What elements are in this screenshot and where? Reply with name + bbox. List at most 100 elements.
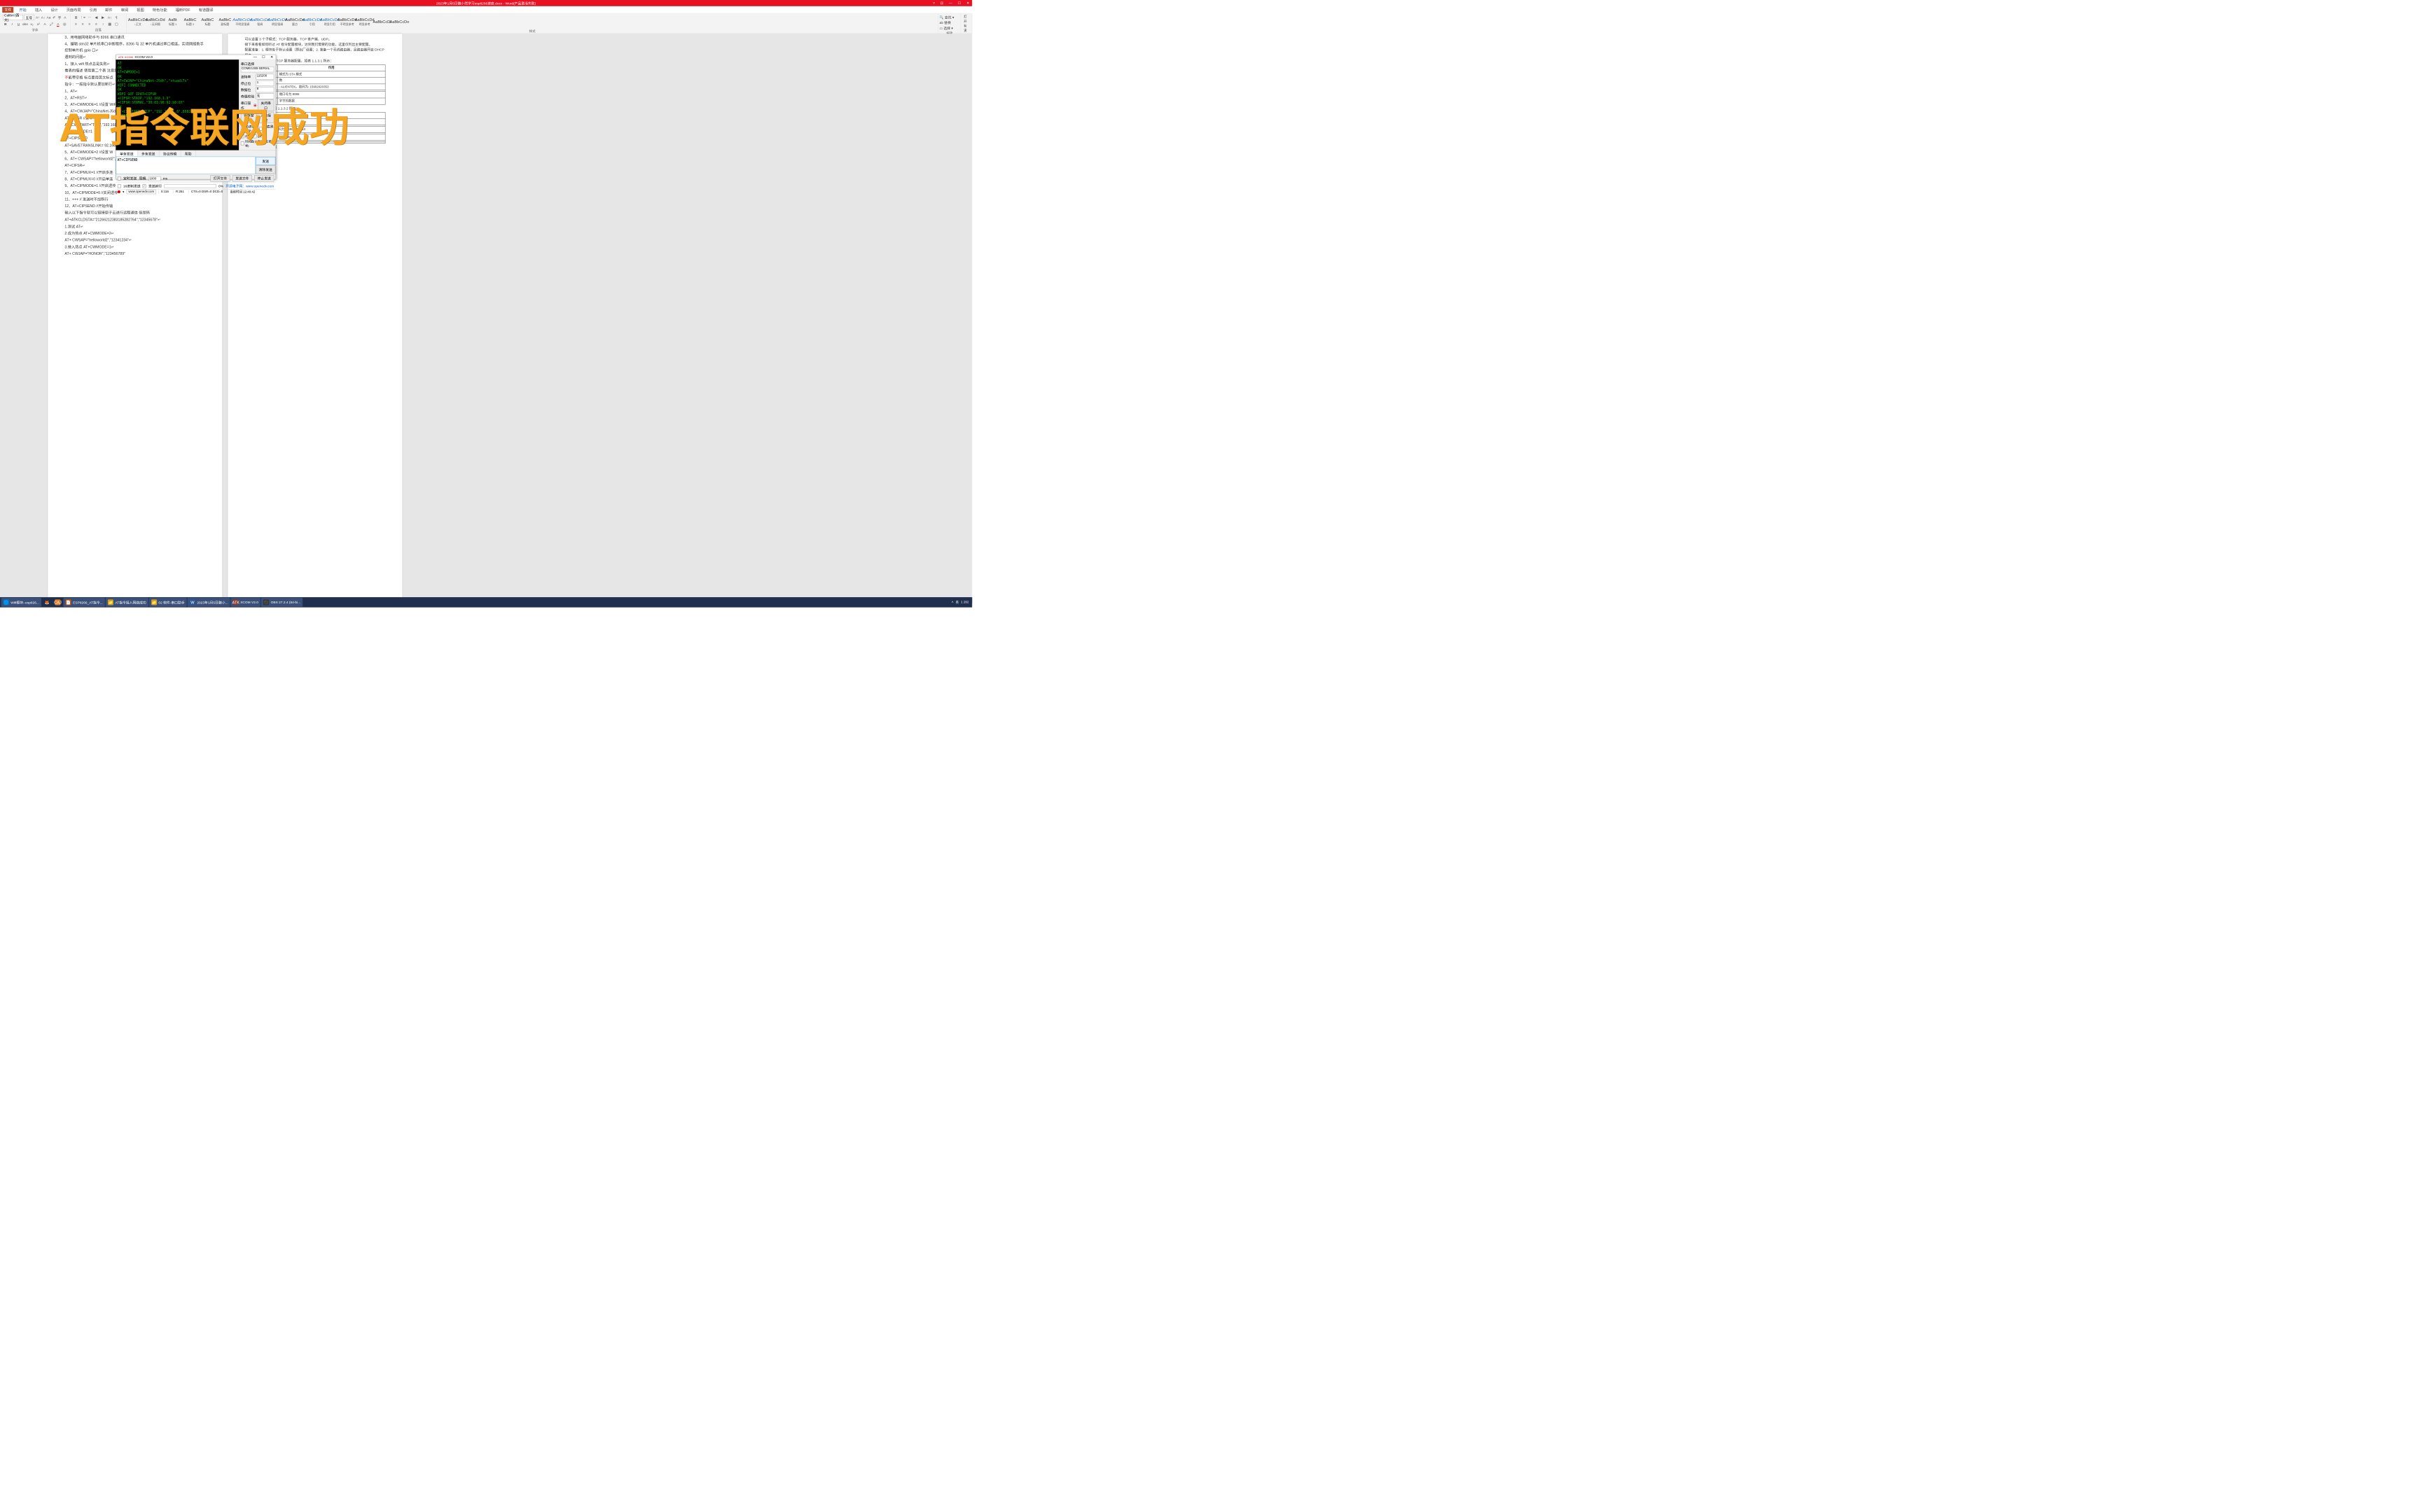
find-button[interactable]: 🔍 查找 ▾ <box>940 15 960 20</box>
align-left-icon[interactable]: ≡ <box>73 22 78 27</box>
clear-recv-button[interactable]: 清除接收 <box>258 112 274 123</box>
save-window-button[interactable]: 保存窗口 <box>241 112 257 123</box>
align-center-icon[interactable]: ≡ <box>80 22 85 27</box>
style-item[interactable]: AaBbC标题 2 <box>181 15 198 29</box>
system-tray[interactable]: ˄ 英 1 202 <box>952 600 971 604</box>
borders-icon[interactable]: ▢ <box>113 22 119 27</box>
tab-special[interactable]: 特色功能 <box>148 6 171 13</box>
bullets-icon[interactable]: ≣ <box>73 15 78 20</box>
open-file-button[interactable]: 打开文件 <box>210 175 230 181</box>
taskbar-item[interactable]: ATKXCOM V2.0 <box>231 598 261 607</box>
minimize-icon[interactable]: — <box>949 1 952 6</box>
numbering-icon[interactable]: ⋮≡ <box>80 15 85 20</box>
tab-references[interactable]: 引用 <box>85 6 101 13</box>
italic-icon[interactable]: I <box>9 22 15 27</box>
border-char-icon[interactable]: A <box>63 15 67 20</box>
xcom-minimize-icon[interactable]: — <box>253 55 257 59</box>
highlight-icon[interactable]: 🖍 <box>49 22 55 27</box>
tab-layout[interactable]: 页面布局 <box>62 6 85 13</box>
change-case-icon[interactable]: Aa <box>46 15 50 20</box>
text-effects-icon[interactable]: A <box>42 22 48 27</box>
font-name-combo[interactable]: Calibri (西文) <box>3 15 23 20</box>
dictate-button[interactable]: 打开有道 <box>964 15 969 33</box>
strike-icon[interactable]: abe <box>22 22 28 27</box>
underline-icon[interactable]: U <box>16 22 22 27</box>
taskbar-item[interactable]: 📁02 软件-串口助手 <box>149 598 187 607</box>
ime-indicator[interactable]: 英 <box>956 600 959 604</box>
style-item[interactable]: AaBbCcDd↓正文 <box>130 15 146 29</box>
taskbar-item[interactable]: 📄ESP8266_AT指令... <box>64 598 105 607</box>
style-item[interactable]: AaBbC副标题 <box>216 15 233 29</box>
file-tab[interactable]: 文件 <box>2 7 13 13</box>
style-item[interactable]: AaBbCcDd强调 <box>251 15 268 29</box>
style-item[interactable]: AaBbCcDo <box>391 15 408 29</box>
style-item[interactable]: AaBt标题 1 <box>165 15 181 29</box>
style-item[interactable]: AaBbCcDd引用 <box>304 15 321 29</box>
indent-dec-icon[interactable]: ◀ <box>93 15 99 20</box>
taskbar-item[interactable]: 🦊 <box>42 598 52 607</box>
align-justify-icon[interactable]: ≡ <box>93 22 99 27</box>
select-button[interactable]: ▭ 选择 ▾ <box>940 25 960 31</box>
stop-send-button[interactable]: 停止发送 <box>254 175 274 181</box>
tab-help[interactable]: 帮助 <box>181 150 195 156</box>
terminal-output[interactable]: AT OK AT+CWMODE=1 OK AT+CWJAP="ChinaNet-… <box>116 59 239 150</box>
style-item[interactable]: AaBbCcDd明显强调 <box>269 15 286 29</box>
style-item[interactable]: AaBbCcDi <box>373 15 390 29</box>
white-bg-checkbox[interactable] <box>259 127 262 131</box>
stop-select[interactable]: 1 <box>256 80 274 86</box>
ribbon-opts-icon[interactable]: ⊡ <box>940 1 943 6</box>
send-textarea[interactable] <box>116 157 256 174</box>
taskbar-item[interactable]: W2023年1月5日魏小... <box>188 598 230 607</box>
clear-format-icon[interactable]: ✐ <box>52 15 56 20</box>
tray-up-icon[interactable]: ˄ <box>952 601 954 604</box>
tab-protocol[interactable]: 协议传输 <box>159 150 181 156</box>
clock[interactable]: 1 202 <box>961 601 968 604</box>
taskbar-item[interactable]: 📁AT指令接入网络成功 <box>106 598 148 607</box>
send-newline-checkbox[interactable] <box>143 184 146 188</box>
tab-mailings[interactable]: 邮件 <box>102 6 117 13</box>
data-select[interactable]: 8 <box>256 87 274 92</box>
replace-button[interactable]: ab 替换 <box>940 20 960 26</box>
shading-icon[interactable]: ▦ <box>107 22 113 27</box>
font-size-combo[interactable]: 五号 <box>24 15 34 20</box>
clear-send-button[interactable]: 清除发送 <box>256 166 275 174</box>
show-marks-icon[interactable]: ¶ <box>113 15 119 20</box>
sort-icon[interactable]: A↓ <box>107 15 113 20</box>
taskbar-item[interactable]: 🌐Wifi模块--esp826... <box>1 598 42 607</box>
site-link[interactable]: www.openedv.com <box>246 184 274 188</box>
style-item[interactable]: AaBbCcDd要点 <box>286 15 303 29</box>
help-icon[interactable]: ? <box>933 1 935 6</box>
dtr-checkbox[interactable] <box>253 134 256 138</box>
phonetic-icon[interactable]: 字 <box>57 15 62 20</box>
close-port-button[interactable]: 关闭串口 <box>258 100 274 111</box>
hex-disp-checkbox[interactable] <box>241 127 244 131</box>
baud-select[interactable]: 115200 <box>256 74 274 80</box>
style-item[interactable]: AaBbCcDd不明显强调 <box>234 15 251 29</box>
styles-gallery[interactable]: AaBbCcDd↓正文AaBbCcDd↓无间隔AaBt标题 1AaBbC标题 2… <box>130 15 936 29</box>
taskbar-item[interactable]: CAJ <box>53 598 62 607</box>
timestamp-checkbox[interactable] <box>241 141 244 145</box>
multilevel-icon[interactable]: ⋯ <box>87 15 92 20</box>
line-spacing-icon[interactable]: ↕ <box>100 22 106 27</box>
style-item[interactable]: AaBbC标题 <box>199 15 216 29</box>
style-item[interactable]: AaBbCcDd不明显参考 <box>339 15 356 29</box>
dropdown-icon[interactable]: ▾ <box>123 190 124 193</box>
indent-inc-icon[interactable]: ▶ <box>100 15 106 20</box>
enclose-icon[interactable]: ㊥ <box>62 22 67 27</box>
tab-single-send[interactable]: 单条发送 <box>116 150 138 156</box>
subscript-icon[interactable]: x₂ <box>29 22 35 27</box>
xcom-maximize-icon[interactable]: ☐ <box>262 55 265 59</box>
tab-youdao[interactable]: 有道翻译 <box>195 6 217 13</box>
tab-insert[interactable]: 插入 <box>31 6 46 13</box>
parity-select[interactable]: 无 <box>256 93 274 99</box>
xcom-close-icon[interactable]: ✕ <box>270 55 273 59</box>
superscript-icon[interactable]: x² <box>36 22 41 27</box>
taskbar-item[interactable]: ⚫OBS 27.2.4 (64-bi... <box>261 598 302 607</box>
record-icon[interactable] <box>118 190 120 193</box>
style-item[interactable]: AaBbCcDd明显参考 <box>356 15 373 29</box>
style-item[interactable]: AaBbCcDd明显引用 <box>321 15 338 29</box>
period-input[interactable] <box>149 176 161 181</box>
send-button[interactable]: 发送 <box>256 157 275 165</box>
timed-send-checkbox[interactable] <box>118 176 121 180</box>
style-item[interactable]: AaBbCcDd↓无间隔 <box>147 15 164 29</box>
